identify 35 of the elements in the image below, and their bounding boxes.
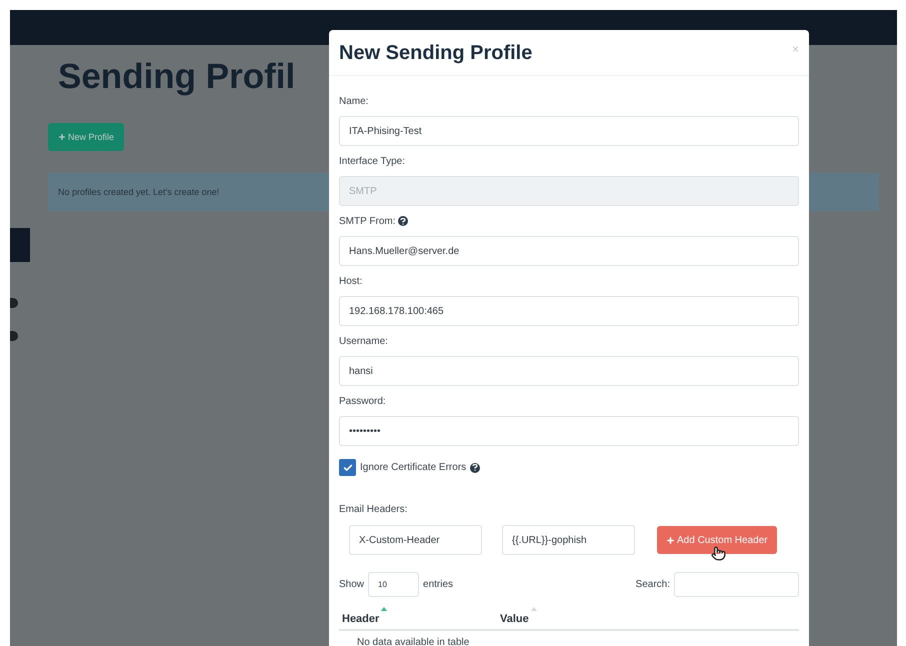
page-title: Sending Profil: [58, 57, 296, 97]
checkbox-label: Ignore Certificate Errors: [360, 462, 466, 473]
sort-icon[interactable]: [381, 607, 388, 611]
check-icon: [342, 462, 352, 472]
plus-icon: [666, 536, 675, 544]
column-header[interactable]: Value: [500, 607, 529, 625]
empty-table-message: No data available in table: [356, 636, 470, 646]
field-label: Password:: [339, 396, 386, 406]
pointer-cursor-icon: [711, 546, 726, 561]
show-label: Show: [339, 579, 364, 590]
plus-icon: [58, 133, 66, 141]
input-field[interactable]: 192.168.178.100:465: [339, 296, 799, 326]
checkbox[interactable]: [339, 459, 356, 476]
sidebar-icon[interactable]: [10, 298, 18, 308]
sidebar-icon[interactable]: [10, 331, 18, 341]
input-field[interactable]: •••••••••: [339, 416, 799, 446]
input-field[interactable]: Hans.Mueller@server.de: [339, 236, 799, 266]
entries-field[interactable]: 10: [368, 572, 420, 597]
field-label: Username:: [339, 336, 388, 346]
search-field[interactable]: [674, 572, 799, 597]
input-field[interactable]: {{.URL}}-gophish: [502, 525, 635, 555]
entries-label: entries: [423, 579, 454, 590]
modal-title: New Sending Profile: [339, 42, 532, 65]
field-label: SMTP From:: [339, 216, 396, 226]
input-field[interactable]: hansi: [339, 356, 799, 386]
field-label: Email Headers:: [339, 504, 408, 514]
input-field[interactable]: X-Custom-Header: [349, 525, 482, 555]
search-label: Search:: [636, 579, 670, 590]
field-label: Name:: [339, 96, 368, 106]
column-header[interactable]: Header: [342, 607, 380, 625]
field-label: Interface Type:: [339, 156, 405, 166]
help-icon[interactable]: [470, 462, 480, 472]
input-field[interactable]: ITA-Phising-Test: [339, 116, 799, 146]
help-icon[interactable]: [398, 216, 408, 226]
field-label: Host:: [339, 276, 362, 286]
